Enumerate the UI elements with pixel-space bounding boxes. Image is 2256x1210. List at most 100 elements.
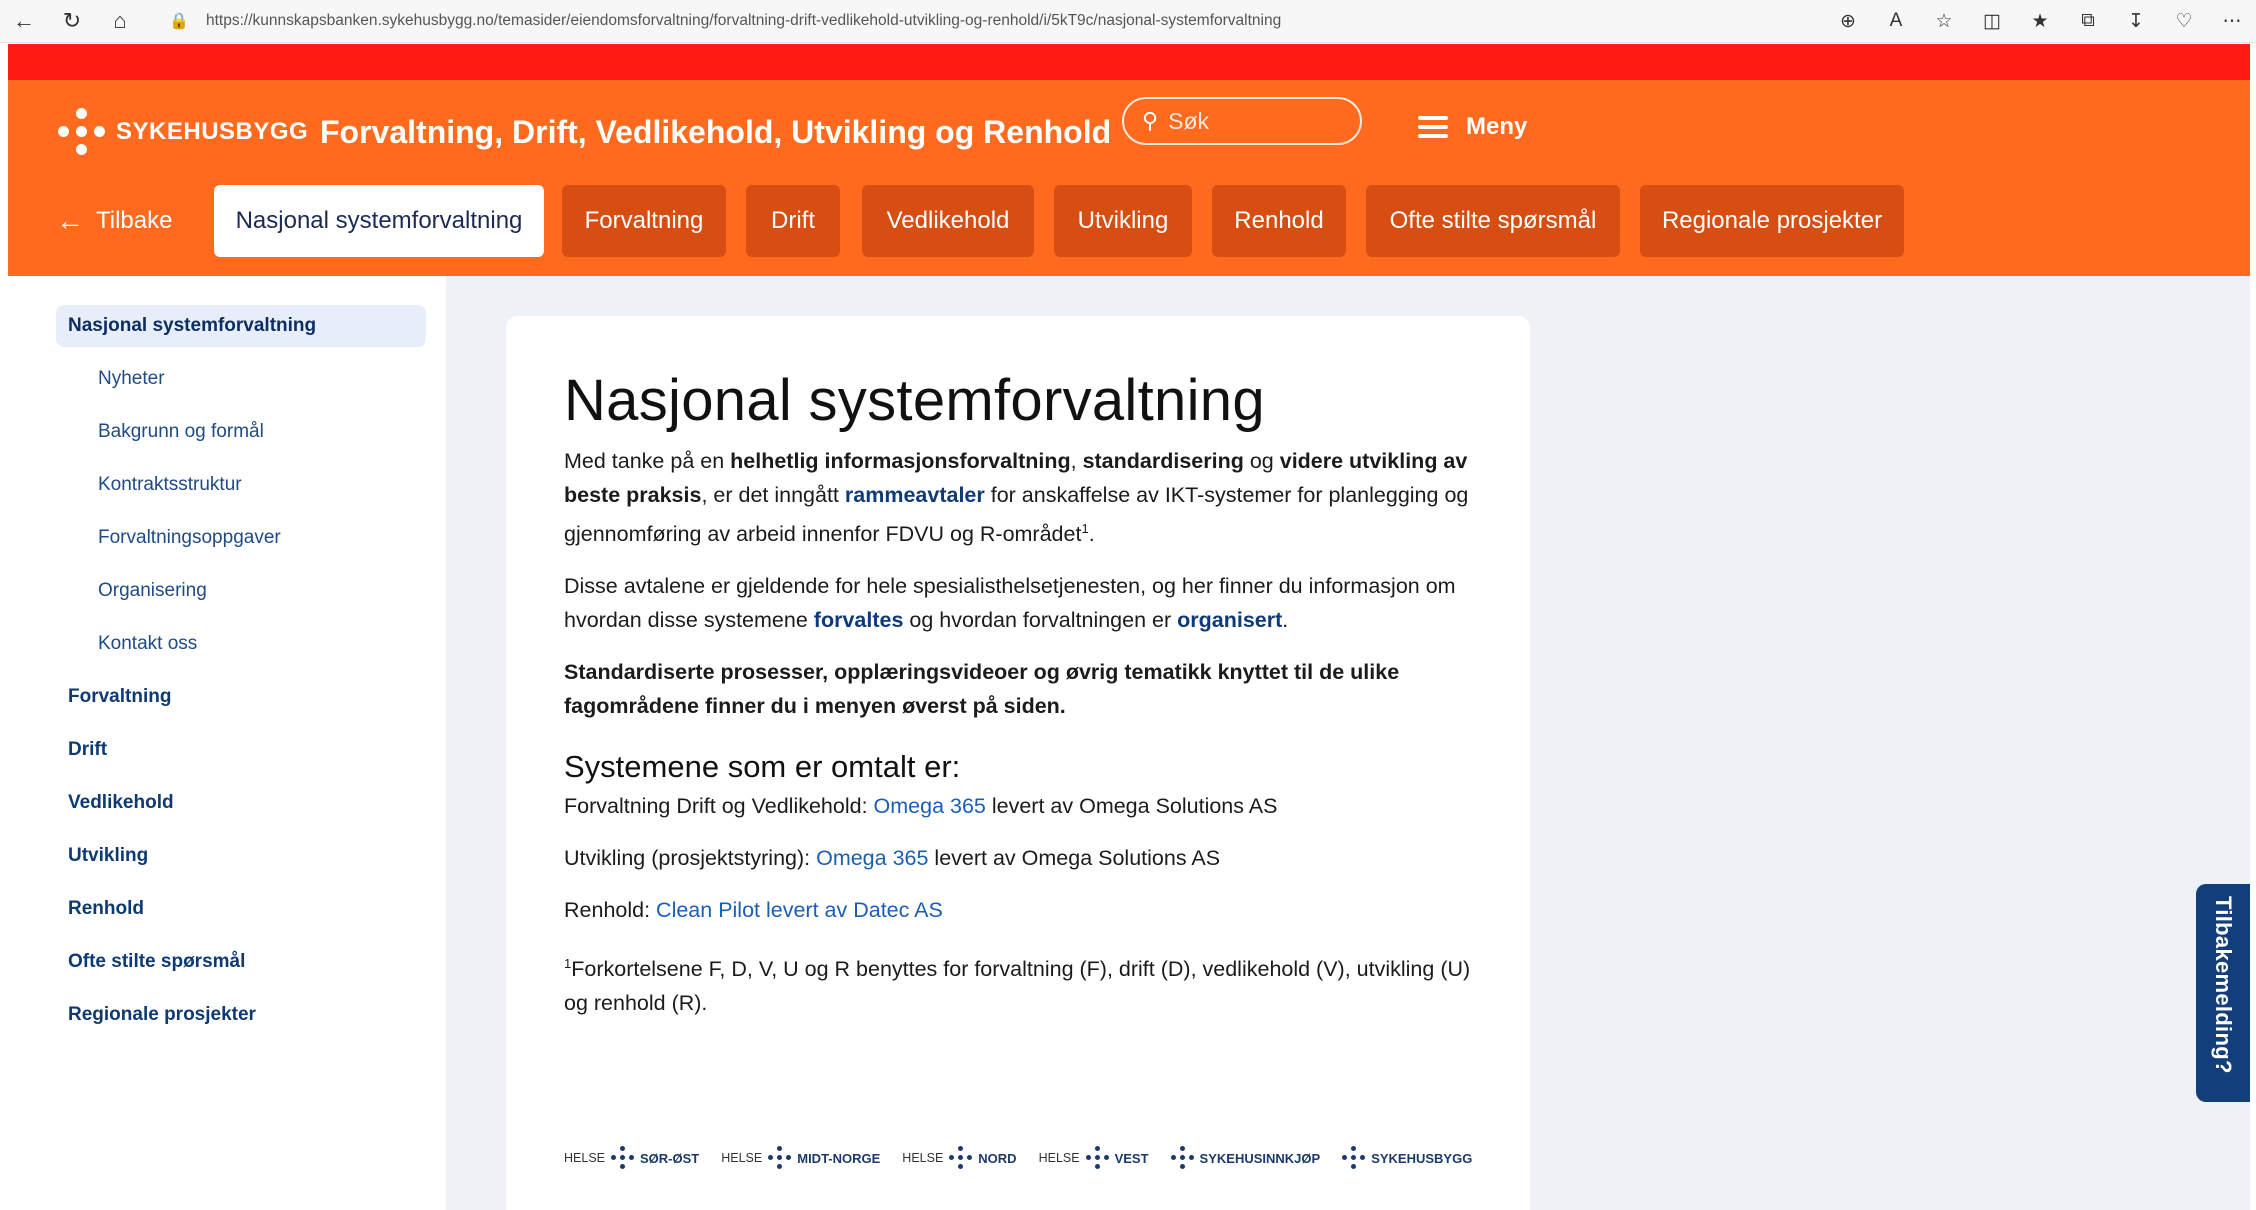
footnote-marker: 1	[1081, 521, 1089, 536]
sidebar-item-vedlikehold[interactable]: Vedlikehold	[56, 782, 426, 824]
logo-dots-icon	[611, 1146, 635, 1170]
forvaltes-link[interactable]: forvaltes	[814, 608, 904, 632]
article-card: Nasjonal systemforvaltning Med tanke på …	[506, 316, 1530, 1210]
download-icon[interactable]: ↧	[2112, 10, 2160, 33]
sidebar-item-renhold[interactable]: Renhold	[56, 888, 426, 930]
article-body: Nasjonal systemforvaltning Med tanke på …	[564, 366, 1494, 1020]
system-line-utvikling: Utvikling (prosjektstyring): Omega 365 l…	[564, 841, 1494, 875]
logo-helse-vest[interactable]: HELSE VEST	[1039, 1146, 1149, 1170]
bold-span: helhetlig informasjonsforvaltning	[730, 449, 1071, 473]
sidebar-item-kontakt-oss[interactable]: Kontakt oss	[56, 623, 426, 665]
logo-name: SØR-ØST	[640, 1150, 700, 1166]
logo-helse-nord[interactable]: HELSE NORD	[902, 1146, 1017, 1170]
menu-label: Meny	[1466, 113, 1528, 140]
omega-365-link[interactable]: Omega 365	[816, 846, 928, 870]
favorites-icon[interactable]: ★	[2016, 10, 2064, 33]
sidebar-item-kontraktsstruktur[interactable]: Kontraktsstruktur	[56, 464, 426, 506]
tab-vedlikehold[interactable]: Vedlikehold	[862, 185, 1034, 257]
tab-drift[interactable]: Drift	[746, 185, 840, 257]
sidebar-item-ofte-stilte-sporsmal[interactable]: Ofte stilte spørsmål	[56, 941, 426, 983]
collections-icon[interactable]: ⧉	[2064, 10, 2112, 32]
browser-toolbar: ← ↻ ⌂ 🔒 https://kunnskapsbanken.sykehusb…	[0, 0, 2256, 43]
site-logo[interactable]: SYKEHUSBYGG	[56, 102, 308, 162]
system-line-renhold: Renhold: Clean Pilot levert av Datec AS	[564, 893, 1494, 927]
text-span: Utvikling (prosjektstyring):	[564, 846, 817, 871]
text-span: levert av Omega Solutions AS	[928, 846, 1221, 871]
logo-dots-icon	[1085, 1146, 1110, 1170]
logo-sykehusinnkjop[interactable]: SYKEHUSINNKJØP	[1170, 1146, 1321, 1170]
sidebar-item-forvaltning[interactable]: Forvaltning	[56, 676, 426, 718]
tab-forvaltning[interactable]: Forvaltning	[562, 185, 726, 257]
more-icon[interactable]: ⋯	[2208, 10, 2256, 33]
tab-nasjonal-systemforvaltning[interactable]: Nasjonal systemforvaltning	[214, 185, 544, 257]
sidebar-item-drift[interactable]: Drift	[56, 729, 426, 771]
reload-icon[interactable]: ↻	[48, 0, 96, 42]
sidebar-item-utvikling[interactable]: Utvikling	[56, 835, 426, 877]
search-box[interactable]: ⚲	[1122, 97, 1362, 145]
bold-span: standardisering	[1082, 449, 1244, 473]
search-input[interactable]	[1166, 106, 1331, 136]
rammeavtaler-link[interactable]: rammeavtaler	[845, 483, 985, 507]
address-bar[interactable]: 🔒 https://kunnskapsbanken.sykehusbygg.no…	[168, 6, 1828, 36]
tab-renhold[interactable]: Renhold	[1212, 185, 1346, 257]
tab-ofte-stilte-sporsmal[interactable]: Ofte stilte spørsmål	[1366, 185, 1620, 257]
text-span: Med tanke på en	[564, 449, 731, 473]
logo-text: SYKEHUSBYGG	[116, 118, 309, 145]
menu-button[interactable]: Meny	[1418, 102, 1527, 152]
text-span: ,	[1070, 449, 1083, 473]
organisert-link[interactable]: organisert	[1177, 608, 1282, 632]
partner-logos: HELSE SØR-ØST HELSE MIDT-NORGE HELSE NOR…	[564, 1146, 1494, 1170]
logo-name: MIDT-NORGE	[797, 1150, 881, 1166]
home-icon[interactable]: ⌂	[96, 0, 144, 42]
systems-heading: Systemene som er omtalt er:	[564, 749, 961, 785]
logo-helse-midt-norge[interactable]: HELSE MIDT-NORGE	[721, 1146, 880, 1170]
clean-pilot-link[interactable]: Clean Pilot levert av Datec AS	[656, 898, 943, 922]
logo-dots-icon	[1170, 1146, 1195, 1170]
processes-paragraph: Standardiserte prosesser, opplæringsvide…	[564, 660, 1400, 719]
zoom-icon[interactable]: ⊕	[1824, 10, 1872, 33]
text-span: , er det inngått	[701, 483, 845, 507]
sidebar-item-regionale-prosjekter[interactable]: Regionale prosjekter	[56, 994, 426, 1036]
search-icon: ⚲	[1142, 108, 1159, 133]
favorite-star-icon[interactable]: ☆	[1920, 10, 1968, 33]
back-arrow-icon[interactable]: ←	[0, 0, 48, 42]
feedback-label: Tilbakemelding?	[2211, 896, 2236, 1074]
browser-tools: ⊕ A ☆ ◫ ★ ⧉ ↧ ♡ ⋯	[1824, 0, 2256, 42]
split-screen-icon[interactable]: ◫	[1968, 10, 2016, 33]
logo-helse-sor-ost[interactable]: HELSE SØR-ØST	[564, 1146, 699, 1170]
system-line-fdv: Forvaltning Drift og Vedlikehold: Omega …	[564, 789, 1494, 823]
top-accent-bar	[8, 44, 2250, 80]
logo-prefix: HELSE	[721, 1151, 763, 1165]
back-label: Tilbake	[96, 207, 173, 234]
logo-dots-icon	[56, 106, 108, 158]
back-link[interactable]: ← Tilbake	[56, 185, 172, 257]
sidebar-item-forvaltningsoppgaver[interactable]: Forvaltningsoppgaver	[56, 517, 426, 559]
url-text: https://kunnskapsbanken.sykehusbygg.no/t…	[206, 12, 1282, 29]
section-tabs: ← Tilbake Nasjonal systemforvaltning For…	[8, 185, 2250, 257]
lock-icon: 🔒	[169, 13, 189, 30]
logo-name: SYKEHUSBYGG	[1371, 1150, 1473, 1166]
logo-dots-icon	[768, 1146, 792, 1170]
footnote: 1Forkortelsene F, D, V, U og R benyttes …	[564, 947, 1494, 1020]
read-aloud-icon[interactable]: A	[1872, 10, 1920, 32]
omega-365-link[interactable]: Omega 365	[874, 794, 986, 818]
tab-utvikling[interactable]: Utvikling	[1054, 185, 1192, 257]
text-span: Forvaltning Drift og Vedlikehold:	[564, 794, 874, 819]
logo-name: VEST	[1114, 1150, 1149, 1166]
sidebar-item-organisering[interactable]: Organisering	[56, 570, 426, 612]
logo-dots-icon	[1342, 1146, 1366, 1170]
feedback-tab[interactable]: Tilbakemelding?	[2196, 884, 2250, 1102]
logo-name: NORD	[978, 1150, 1017, 1166]
site-title: Forvaltning, Drift, Vedlikehold, Utvikli…	[320, 114, 1112, 150]
text-span: levert av Omega Solutions AS	[985, 794, 1278, 819]
sidebar-item-nasjonal-systemforvaltning[interactable]: Nasjonal systemforvaltning	[56, 305, 426, 347]
logo-prefix: HELSE	[564, 1151, 605, 1165]
sidebar-item-bakgrunn-og-formal[interactable]: Bakgrunn og formål	[56, 411, 426, 453]
logo-name: SYKEHUSINNKJØP	[1199, 1150, 1321, 1166]
extensions-icon[interactable]: ♡	[2160, 10, 2208, 33]
sidebar-item-nyheter[interactable]: Nyheter	[56, 358, 426, 400]
tab-regionale-prosjekter[interactable]: Regionale prosjekter	[1640, 185, 1904, 257]
site-header: SYKEHUSBYGG Forvaltning, Drift, Vedlikeh…	[8, 80, 2250, 276]
logo-sykehusbygg[interactable]: SYKEHUSBYGG	[1342, 1146, 1472, 1170]
text-span: Renhold:	[564, 898, 657, 923]
